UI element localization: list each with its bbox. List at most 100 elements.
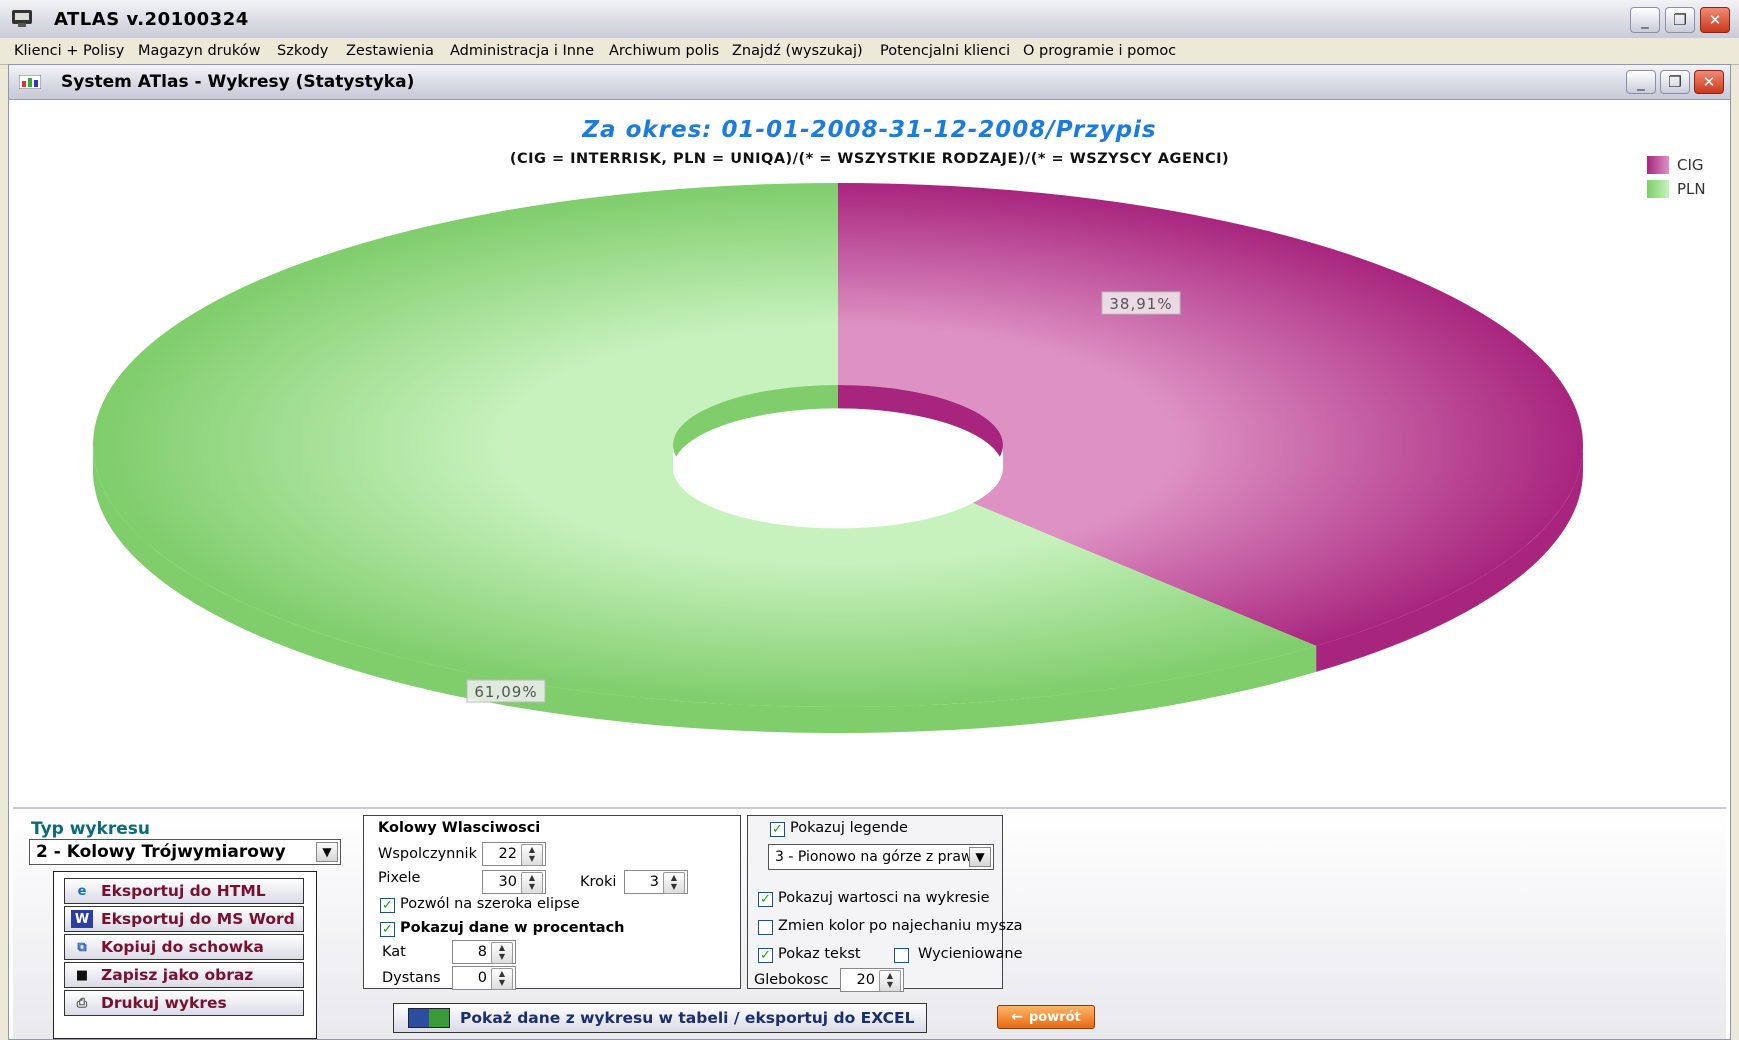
glebokosc-spinner[interactable]: 20 ▲ ▼ — [840, 968, 904, 992]
arrow-left-icon: ← — [1011, 1009, 1023, 1025]
menu-bar: Klienci + Polisy Magazyn druków Szkody Z… — [0, 38, 1739, 65]
legend-label-cig: CIG — [1677, 156, 1704, 174]
data-label-cig: 38,91% — [1109, 295, 1172, 313]
clipboard-icon: ⧉ — [77, 939, 87, 955]
glebokosc-label: Glebokosc — [754, 972, 829, 988]
legend-swatch-pln — [1647, 180, 1669, 198]
chevron-down-icon[interactable]: ▼ — [969, 847, 991, 867]
menu-znajdz[interactable]: Znajdź (wyszukaj) — [732, 38, 863, 64]
menu-potencjalni-klienci[interactable]: Potencjalni klienci — [880, 38, 1010, 64]
kat-label: Kat — [382, 944, 406, 960]
kroki-spinner[interactable]: 3 ▲ ▼ — [624, 870, 688, 894]
close-button[interactable]: ✕ — [1700, 7, 1730, 33]
pokazuj-legende-checkbox[interactable]: ✓ — [770, 822, 785, 837]
minimize-button[interactable]: _ — [1630, 7, 1660, 33]
pixele-label: Pixele — [378, 870, 421, 886]
export-word-button[interactable]: W Eksportuj do MS Word — [64, 906, 304, 932]
kat-value: 8 — [477, 944, 487, 960]
export-html-label: Eksportuj do HTML — [101, 882, 266, 900]
dystans-spinner[interactable]: 0 ▲ ▼ — [452, 966, 516, 990]
pokaz-tekst-checkbox[interactable]: ✓ — [758, 948, 773, 963]
data-label-pln: 61,09% — [474, 683, 537, 701]
spinner-arrows-icon[interactable]: ▲ ▼ — [521, 844, 543, 866]
glebokosc-value: 20 — [856, 972, 875, 988]
kroki-label: Kroki — [580, 874, 617, 890]
pokazuj-wartosci-label: Pokazuj wartosci na wykresie — [778, 890, 990, 906]
dystans-label: Dystans — [382, 970, 441, 986]
wspolczynnik-spinner[interactable]: 22 ▲ ▼ — [482, 842, 546, 866]
kroki-value: 3 — [649, 874, 659, 890]
show-table-excel-label: Pokaż dane z wykresu w tabeli / eksportu… — [460, 1009, 915, 1027]
spinner-arrows-icon[interactable]: ▲ ▼ — [491, 942, 513, 964]
zmien-kolor-label: Zmien kolor po najechaniu mysza — [778, 918, 1023, 934]
word-icon: W — [71, 910, 93, 928]
table-excel-icon — [408, 1008, 450, 1028]
chart-type-select[interactable]: 2 - Kolowy Trójwymiarowy ▼ — [29, 839, 341, 865]
spinner-arrows-icon[interactable]: ▲ ▼ — [521, 872, 543, 894]
legend-position-select[interactable]: 3 - Pionowo na górze z prawej ▼ — [768, 844, 994, 870]
chart-window-title-bar: System ATlas - Wykresy (Statystyka) _ ❐ … — [9, 65, 1730, 100]
chart-window-icon — [19, 75, 41, 89]
menu-magazyn-drukow[interactable]: Magazyn druków — [138, 38, 260, 64]
chart-window-title: System ATlas - Wykresy (Statystyka) — [61, 72, 415, 92]
show-table-excel-button[interactable]: Pokaż dane z wykresu w tabeli / eksportu… — [393, 1003, 927, 1033]
wspolczynnik-label: Wspolczynnik — [378, 846, 477, 862]
legend-label-pln: PLN — [1677, 180, 1706, 198]
html-export-icon: e — [77, 883, 87, 899]
print-chart-button[interactable]: ⎙ Drukuj wykres — [64, 990, 304, 1016]
copy-clipboard-button[interactable]: ⧉ Kopiuj do schowka — [64, 934, 304, 960]
child-restore-button[interactable]: ❐ — [1660, 70, 1690, 94]
save-image-button[interactable]: ■ Zapisz jako obraz — [64, 962, 304, 988]
print-chart-label: Drukuj wykres — [101, 994, 227, 1012]
child-close-button[interactable]: ✕ — [1694, 70, 1724, 94]
dystans-value: 0 — [477, 970, 487, 986]
menu-administracja[interactable]: Administracja i Inne — [450, 38, 594, 64]
zmien-kolor-checkbox[interactable] — [758, 920, 773, 935]
typ-wykresu-label: Typ wykresu — [31, 819, 150, 839]
export-html-button[interactable]: e Eksportuj do HTML — [64, 878, 304, 904]
spinner-arrows-icon[interactable]: ▲ ▼ — [491, 968, 513, 990]
szeroka-elipse-checkbox[interactable]: ✓ — [380, 898, 395, 913]
main-window: ATLAS v.20100324 _ ❐ ✕ Klienci + Polisy … — [0, 0, 1739, 1040]
szeroka-elipse-label: Pozwól na szeroka elipse — [400, 896, 580, 912]
spinner-arrows-icon[interactable]: ▲ ▼ — [879, 970, 901, 992]
kat-spinner[interactable]: 8 ▲ ▼ — [452, 940, 516, 964]
chart-area: Za okres: 01-01-2008-31-12-2008/Przypis … — [13, 101, 1726, 871]
wspolczynnik-value: 22 — [498, 846, 517, 862]
save-image-label: Zapisz jako obraz — [101, 966, 254, 984]
legend-swatch-cig — [1647, 156, 1669, 174]
save-disk-icon: ■ — [75, 967, 89, 983]
atlas-app-icon — [12, 10, 32, 27]
export-button-group: e Eksportuj do HTML W Eksportuj do MS Wo… — [53, 871, 317, 1039]
chart-settings-panel: Typ wykresu 2 - Kolowy Trójwymiarowy ▼ e… — [13, 807, 1726, 1039]
menu-klienci-polisy[interactable]: Klienci + Polisy — [14, 38, 124, 64]
menu-zestawienia[interactable]: Zestawienia — [346, 38, 434, 64]
spinner-arrows-icon[interactable]: ▲ ▼ — [663, 872, 685, 894]
restore-button[interactable]: ❐ — [1665, 7, 1695, 33]
pie-properties-title: Kolowy Wlasciwosci — [378, 820, 541, 836]
child-minimize-button[interactable]: _ — [1626, 70, 1656, 94]
menu-o-programie[interactable]: O programie i pomoc — [1023, 38, 1176, 64]
legend-item: CIG — [1647, 153, 1706, 177]
pie-properties-group: Kolowy Wlasciwosci Wspolczynnik 22 ▲ ▼ Pi… — [363, 815, 741, 990]
pixele-spinner[interactable]: 30 ▲ ▼ — [482, 870, 546, 894]
chart-legend: CIG PLN — [1647, 153, 1706, 201]
pixele-value: 30 — [498, 874, 517, 890]
menu-szkody[interactable]: Szkody — [277, 38, 328, 64]
legend-options-group: ✓ Pokazuj legende 3 - Pionowo na górze z… — [747, 815, 1023, 992]
pokazuj-wartosci-checkbox[interactable]: ✓ — [758, 892, 773, 907]
chevron-down-icon[interactable]: ▼ — [316, 842, 338, 862]
pokaz-tekst-label: Pokaz tekst — [778, 946, 861, 962]
w-procentach-checkbox[interactable]: ✓ — [380, 922, 395, 937]
wycieniowane-checkbox[interactable] — [894, 948, 909, 963]
back-label: powrót — [1028, 1009, 1081, 1025]
pie-chart: 38,91% 61,09% — [93, 183, 1584, 734]
back-button[interactable]: ← powrót — [997, 1005, 1095, 1029]
chart-type-value: 2 - Kolowy Trójwymiarowy — [36, 842, 286, 862]
w-procentach-label: Pokazuj dane w procentach — [400, 920, 625, 936]
pokazuj-legende-label: Pokazuj legende — [790, 820, 908, 836]
export-word-label: Eksportuj do MS Word — [101, 910, 295, 928]
legend-item: PLN — [1647, 177, 1706, 201]
menu-archiwum-polis[interactable]: Archiwum polis — [609, 38, 719, 64]
wycieniowane-label: Wycieniowane — [918, 946, 1023, 962]
